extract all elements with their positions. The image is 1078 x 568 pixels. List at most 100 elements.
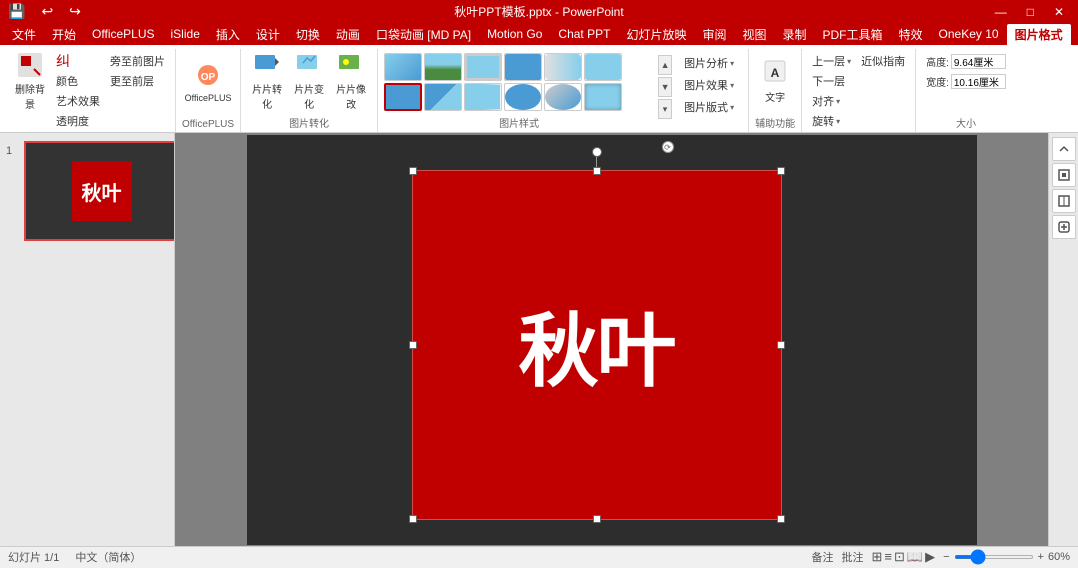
height-input[interactable] [951, 54, 1006, 69]
zoom-slider[interactable] [954, 555, 1034, 559]
menu-picture-format[interactable]: 图片格式 [1007, 24, 1071, 45]
handle-bl[interactable] [409, 515, 417, 523]
redo-icon[interactable]: ↪ [69, 3, 81, 20]
img-style-9[interactable] [464, 83, 502, 111]
menu-chat-ppt[interactable]: Chat PPT [550, 25, 618, 43]
ribbon: 删除背景 纠 颜色 艺术效果 透明度 旁至前图片 [0, 45, 1078, 133]
handle-mr[interactable] [777, 341, 785, 349]
right-btn-3-icon [1057, 194, 1071, 208]
notes-btn[interactable]: 备注 [812, 549, 834, 565]
handle-bc[interactable] [593, 515, 601, 523]
menu-pdf[interactable]: PDF工具箱 [815, 24, 891, 45]
img-style-7[interactable] [384, 83, 422, 111]
scroll-down-btn[interactable]: ▼ [658, 77, 672, 97]
img-style-5[interactable] [544, 53, 582, 81]
right-btn-2[interactable] [1052, 163, 1076, 187]
scroll-expand-btn[interactable]: ▾ [658, 99, 672, 119]
menu-file[interactable]: 文件 [4, 24, 44, 45]
slide-sorter-btn[interactable]: ⊡ [894, 549, 905, 565]
bring-forward-btn[interactable]: 上一层 ▾ [808, 51, 855, 71]
minimize-btn[interactable]: — [989, 5, 1013, 19]
img-effect-btn[interactable]: 图片效果 ▾ [680, 75, 738, 95]
menu-transition[interactable]: 切换 [288, 24, 328, 45]
img-style-10[interactable] [504, 83, 542, 111]
zoom-in-btn[interactable]: + [1038, 551, 1044, 563]
selected-image[interactable]: 秋叶 [412, 170, 782, 520]
img-style-8[interactable] [424, 83, 462, 111]
canvas-area[interactable]: ⟳ 秋叶 [175, 133, 1048, 546]
menu-islide[interactable]: iSlide [163, 25, 208, 43]
handle-br[interactable] [777, 515, 785, 523]
menu-officeplus[interactable]: OfficePLUS [84, 25, 162, 43]
width-input[interactable] [951, 74, 1006, 89]
adjust-btn1[interactable]: 纠 [52, 51, 104, 71]
rotate-btn[interactable]: 旋转 ▾ [808, 111, 855, 131]
send-back-btn[interactable]: 更至前层 [106, 71, 169, 91]
transparency-btn[interactable]: 透明度 [52, 111, 104, 131]
remove-background-btn[interactable]: 删除背景 [10, 51, 50, 111]
officeplus-btn[interactable]: OP OfficePLUS [188, 51, 228, 111]
adjust-col: 纠 颜色 艺术效果 透明度 [52, 51, 104, 131]
img-convert-btn2[interactable]: 片片变化 [289, 51, 329, 111]
undo-icon[interactable]: ↩ [41, 3, 53, 20]
menu-effects[interactable]: 特效 [891, 24, 931, 45]
title-bar: 💾 ↩ ↪ 秋叶PPT模板.pptx - PowerPoint — □ ✕ [0, 0, 1078, 23]
color-btn[interactable]: 颜色 [52, 71, 104, 91]
maximize-btn[interactable]: □ [1021, 5, 1040, 19]
slide-thumbnail[interactable]: 秋叶 [24, 141, 175, 241]
zoom-out-btn[interactable]: − [943, 551, 949, 563]
right-btn-3[interactable] [1052, 189, 1076, 213]
handle-tl[interactable] [409, 167, 417, 175]
img-convert-btn1[interactable]: 片片转化 [247, 51, 287, 111]
size-content: 高度: 宽度: [922, 51, 1010, 113]
outline-view-btn[interactable]: ≡ [884, 549, 892, 565]
assist-text-btn[interactable]: A 文字 [757, 51, 793, 111]
menu-review[interactable]: 审阅 [694, 24, 734, 45]
comments-btn[interactable]: 批注 [842, 549, 864, 565]
menu-home[interactable]: 开始 [44, 24, 84, 45]
imgstyle-scroll: ▲ ▼ ▾ [658, 55, 672, 119]
img-style-1[interactable] [384, 53, 422, 81]
menu-onekey[interactable]: OneKey 10 [931, 25, 1007, 43]
right-btn-1[interactable] [1052, 137, 1076, 161]
img-convert-btn3[interactable]: 片片像改 [331, 51, 371, 111]
reading-view-btn[interactable]: 📖 [907, 549, 923, 565]
img-analysis-btn[interactable]: 图片分析 ▾ [680, 53, 738, 73]
normal-view-btn[interactable]: ⊞ [872, 549, 883, 565]
present-btn[interactable]: ▶ [925, 549, 935, 565]
img-style-4[interactable] [504, 53, 542, 81]
imgstyle-adjust: 图片分析 ▾ 图片效果 ▾ 图片版式 ▾ [676, 53, 742, 117]
img-layout-btn[interactable]: 图片版式 ▾ [680, 97, 738, 117]
close-btn[interactable]: ✕ [1048, 5, 1070, 19]
menu-pocket-animation[interactable]: 口袋动画 [MD PA] [368, 24, 479, 45]
slide-panel: 1 秋叶 [0, 133, 175, 546]
bring-to-front-btn[interactable]: 旁至前图片 [106, 51, 169, 71]
align-btn[interactable]: 对齐 ▾ [808, 91, 855, 111]
scroll-up-btn[interactable]: ▲ [658, 55, 672, 75]
arrange-col: 上一层 ▾ 下一层 对齐 ▾ 旋转 ▾ [808, 51, 855, 131]
handle-tr[interactable] [777, 167, 785, 175]
art-effect-btn[interactable]: 艺术效果 [52, 91, 104, 111]
handle-tc[interactable] [593, 167, 601, 175]
img-convert-icon1 [251, 51, 283, 79]
rotate-handle[interactable] [592, 147, 602, 157]
slide-thumb-content: 秋叶 [72, 161, 132, 221]
img-style-12[interactable] [584, 83, 622, 111]
menu-insert[interactable]: 插入 [208, 24, 248, 45]
img-style-6[interactable] [584, 53, 622, 81]
img-style-3[interactable] [464, 53, 502, 81]
send-backward-btn[interactable]: 下一层 [808, 71, 855, 91]
save-icon[interactable]: 💾 [8, 3, 25, 20]
menu-design[interactable]: 设计 [248, 24, 288, 45]
menu-slideshow[interactable]: 幻灯片放映 [618, 24, 694, 45]
menu-view[interactable]: 视图 [734, 24, 774, 45]
img-style-2[interactable] [424, 53, 462, 81]
near-guide-btn[interactable]: 近似指南 [857, 51, 909, 71]
menu-record[interactable]: 录制 [775, 24, 815, 45]
menu-animation[interactable]: 动画 [328, 24, 368, 45]
menu-motion-go[interactable]: Motion Go [479, 25, 550, 43]
handle-ml[interactable] [409, 341, 417, 349]
right-btn-4[interactable] [1052, 215, 1076, 239]
img-style-11[interactable] [544, 83, 582, 111]
arrange-content: 上一层 ▾ 下一层 对齐 ▾ 旋转 ▾ 近似指南 [808, 51, 909, 131]
